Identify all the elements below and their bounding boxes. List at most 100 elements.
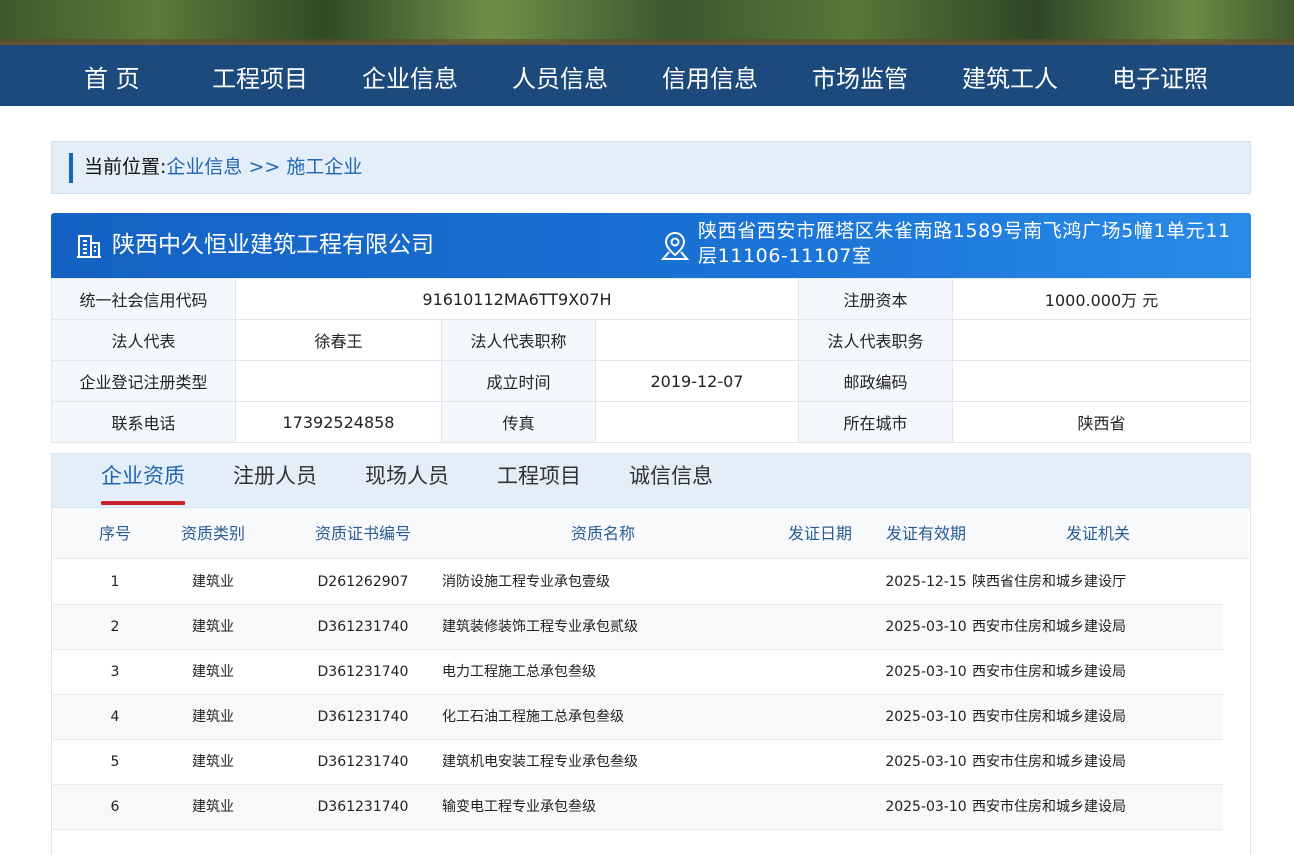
table-row: 5 建筑业 D361231740 建筑机电安装工程专业承包叁级 2025-03-10 西安… <box>53 740 1223 785</box>
location-pin-icon <box>660 231 690 260</box>
legal-rep-label: 法人代表 <box>51 319 236 361</box>
postcode-value <box>952 360 1251 402</box>
legal-title-label: 法人代表职称 <box>441 319 596 361</box>
info-row: 统一社会信用代码 91610112MA6TT9X07H 注册资本 1000.00… <box>51 278 1251 320</box>
breadcrumb: 当前位置:企业信息 >> 施工企业 <box>51 141 1251 194</box>
cell-cert-number: D361231740 <box>317 664 409 680</box>
info-row: 联系电话 17392524858 传真 所在城市 陕西省 <box>51 401 1251 443</box>
tab-credit-info[interactable]: 诚信信息 <box>629 454 713 508</box>
tab-bar: 企业资质 注册人员 现场人员 工程项目 诚信信息 <box>52 454 1250 508</box>
reg-type-value <box>235 360 442 402</box>
nav-item-personnel[interactable]: 人员信息 <box>512 45 608 106</box>
cell-category: 建筑业 <box>192 799 234 815</box>
postcode-label: 邮政编码 <box>798 360 953 402</box>
credit-code-value: 91610112MA6TT9X07H <box>235 278 799 320</box>
building-icon <box>77 235 101 258</box>
capital-value: 1000.000万 元 <box>952 278 1251 320</box>
cell-issuing-authority: 陕西省住房和城乡建设厅 <box>972 574 1126 590</box>
cell-issuing-authority: 西安市住房和城乡建设局 <box>972 754 1126 770</box>
tab-projects[interactable]: 工程项目 <box>497 454 581 508</box>
cell-category: 建筑业 <box>192 754 234 770</box>
company-info-table: 统一社会信用代码 91610112MA6TT9X07H 注册资本 1000.00… <box>51 278 1251 443</box>
cell-valid-until: 2025-03-10 <box>885 619 967 635</box>
cell-category: 建筑业 <box>192 709 234 725</box>
cell-issuing-authority: 西安市住房和城乡建设局 <box>972 709 1126 725</box>
cell-qualification-name: 建筑装修装饰工程专业承包贰级 <box>442 619 638 635</box>
breadcrumb-marker <box>69 153 73 183</box>
company-header: 陕西中久恒业建筑工程有限公司 陕西省西安市雁塔区朱雀南路1589号南飞鸿广场5幢… <box>51 213 1251 278</box>
cell-cert-number: D361231740 <box>317 754 409 770</box>
cell-index: 2 <box>110 619 120 635</box>
cell-issuing-authority: 西安市住房和城乡建设局 <box>972 664 1126 680</box>
cell-cert-number: D361231740 <box>317 709 409 725</box>
cell-index: 6 <box>110 799 120 815</box>
tab-registered-staff[interactable]: 注册人员 <box>233 454 317 508</box>
company-name: 陕西中久恒业建筑工程有限公司 <box>112 232 434 258</box>
cell-qualification-name: 消防设施工程专业承包壹级 <box>442 574 610 590</box>
cell-cert-number: D361231740 <box>317 619 409 635</box>
column-header: 序号 <box>98 524 131 543</box>
nav-item-projects[interactable]: 工程项目 <box>212 45 308 106</box>
tab-onsite-staff[interactable]: 现场人员 <box>365 454 449 508</box>
legal-rep-value: 徐春王 <box>235 319 442 361</box>
credit-code-label: 统一社会信用代码 <box>51 278 236 320</box>
fax-value <box>595 401 799 443</box>
column-header: 资质证书编号 <box>314 524 411 543</box>
nav-item-workers[interactable]: 建筑工人 <box>962 45 1058 106</box>
cell-index: 4 <box>110 709 120 725</box>
founded-label: 成立时间 <box>441 360 596 402</box>
cell-issuing-authority: 西安市住房和城乡建设局 <box>972 619 1126 635</box>
table-row: 6 建筑业 D361231740 输变电工程专业承包叁级 2025-03-10 西安市住房… <box>53 785 1223 830</box>
info-row: 法人代表 徐春王 法人代表职称 法人代表职务 <box>51 319 1251 361</box>
cell-qualification-name: 建筑机电安装工程专业承包叁级 <box>442 754 638 770</box>
column-header: 发证日期 <box>787 524 852 543</box>
breadcrumb-path-link[interactable]: 企业信息 >> 施工企业 <box>166 156 362 178</box>
cell-valid-until: 2025-03-10 <box>885 664 967 680</box>
nav-item-credit[interactable]: 信用信息 <box>662 45 758 106</box>
cell-valid-until: 2025-03-10 <box>885 709 967 725</box>
detail-panel: 企业资质 注册人员 现场人员 工程项目 诚信信息 序号 资质类别 资质证书编号 … <box>51 453 1251 855</box>
reg-type-label: 企业登记注册类型 <box>51 360 236 402</box>
cell-valid-until: 2025-03-10 <box>885 799 967 815</box>
column-header: 资质名称 <box>570 524 635 543</box>
main-nav: 首 页 工程项目 企业信息 人员信息 信用信息 市场监管 建筑工人 电子证照 <box>0 45 1294 106</box>
phone-value: 17392524858 <box>235 401 442 443</box>
city-label: 所在城市 <box>798 401 953 443</box>
cell-qualification-name: 化工石油工程施工总承包叁级 <box>442 709 624 725</box>
nav-item-home[interactable]: 首 页 <box>84 45 140 106</box>
tab-qualifications[interactable]: 企业资质 <box>101 454 185 508</box>
nav-item-market[interactable]: 市场监管 <box>812 45 908 106</box>
info-row: 企业登记注册类型 成立时间 2019-12-07 邮政编码 <box>51 360 1251 402</box>
table-row: 1 建筑业 D261262907 消防设施工程专业承包壹级 2025-12-15 陕西省住… <box>53 560 1223 605</box>
legal-title-value <box>595 319 799 361</box>
fax-label: 传真 <box>441 401 596 443</box>
city-value: 陕西省 <box>952 401 1251 443</box>
breadcrumb-text: 当前位置:企业信息 >> 施工企业 <box>84 142 362 192</box>
founded-value: 2019-12-07 <box>595 360 799 402</box>
cell-category: 建筑业 <box>192 619 234 635</box>
nav-item-enterprise[interactable]: 企业信息 <box>362 45 458 106</box>
legal-position-value <box>952 319 1251 361</box>
header-banner <box>0 0 1294 45</box>
column-header: 资质类别 <box>180 524 245 543</box>
table-header: 序号 资质类别 资质证书编号 资质名称 发证日期 发证有效期 发证机关 <box>53 508 1249 559</box>
table-row: 3 建筑业 D361231740 电力工程施工总承包叁级 2025-03-10 西安市住房… <box>53 650 1223 695</box>
cell-issuing-authority: 西安市住房和城乡建设局 <box>972 799 1126 815</box>
capital-label: 注册资本 <box>798 278 953 320</box>
cell-cert-number: D361231740 <box>317 799 409 815</box>
cell-index: 5 <box>110 754 120 770</box>
cell-qualification-name: 输变电工程专业承包叁级 <box>442 799 596 815</box>
legal-position-label: 法人代表职务 <box>798 319 953 361</box>
cell-cert-number: D261262907 <box>317 574 409 590</box>
cell-index: 3 <box>110 664 120 680</box>
breadcrumb-label: 当前位置: <box>84 156 167 178</box>
cell-valid-until: 2025-12-15 <box>885 574 967 590</box>
company-address: 陕西省西安市雁塔区朱雀南路1589号南飞鸿广场5幢1单元11层11106-111… <box>698 220 1231 267</box>
cell-valid-until: 2025-03-10 <box>885 754 967 770</box>
column-header: 发证机关 <box>1065 524 1130 543</box>
column-header: 发证有效期 <box>885 524 966 543</box>
nav-item-certificates[interactable]: 电子证照 <box>1112 45 1208 106</box>
phone-label: 联系电话 <box>51 401 236 443</box>
cell-category: 建筑业 <box>192 574 234 590</box>
table-row: 4 建筑业 D361231740 化工石油工程施工总承包叁级 2025-03-10 西安市… <box>53 695 1223 740</box>
